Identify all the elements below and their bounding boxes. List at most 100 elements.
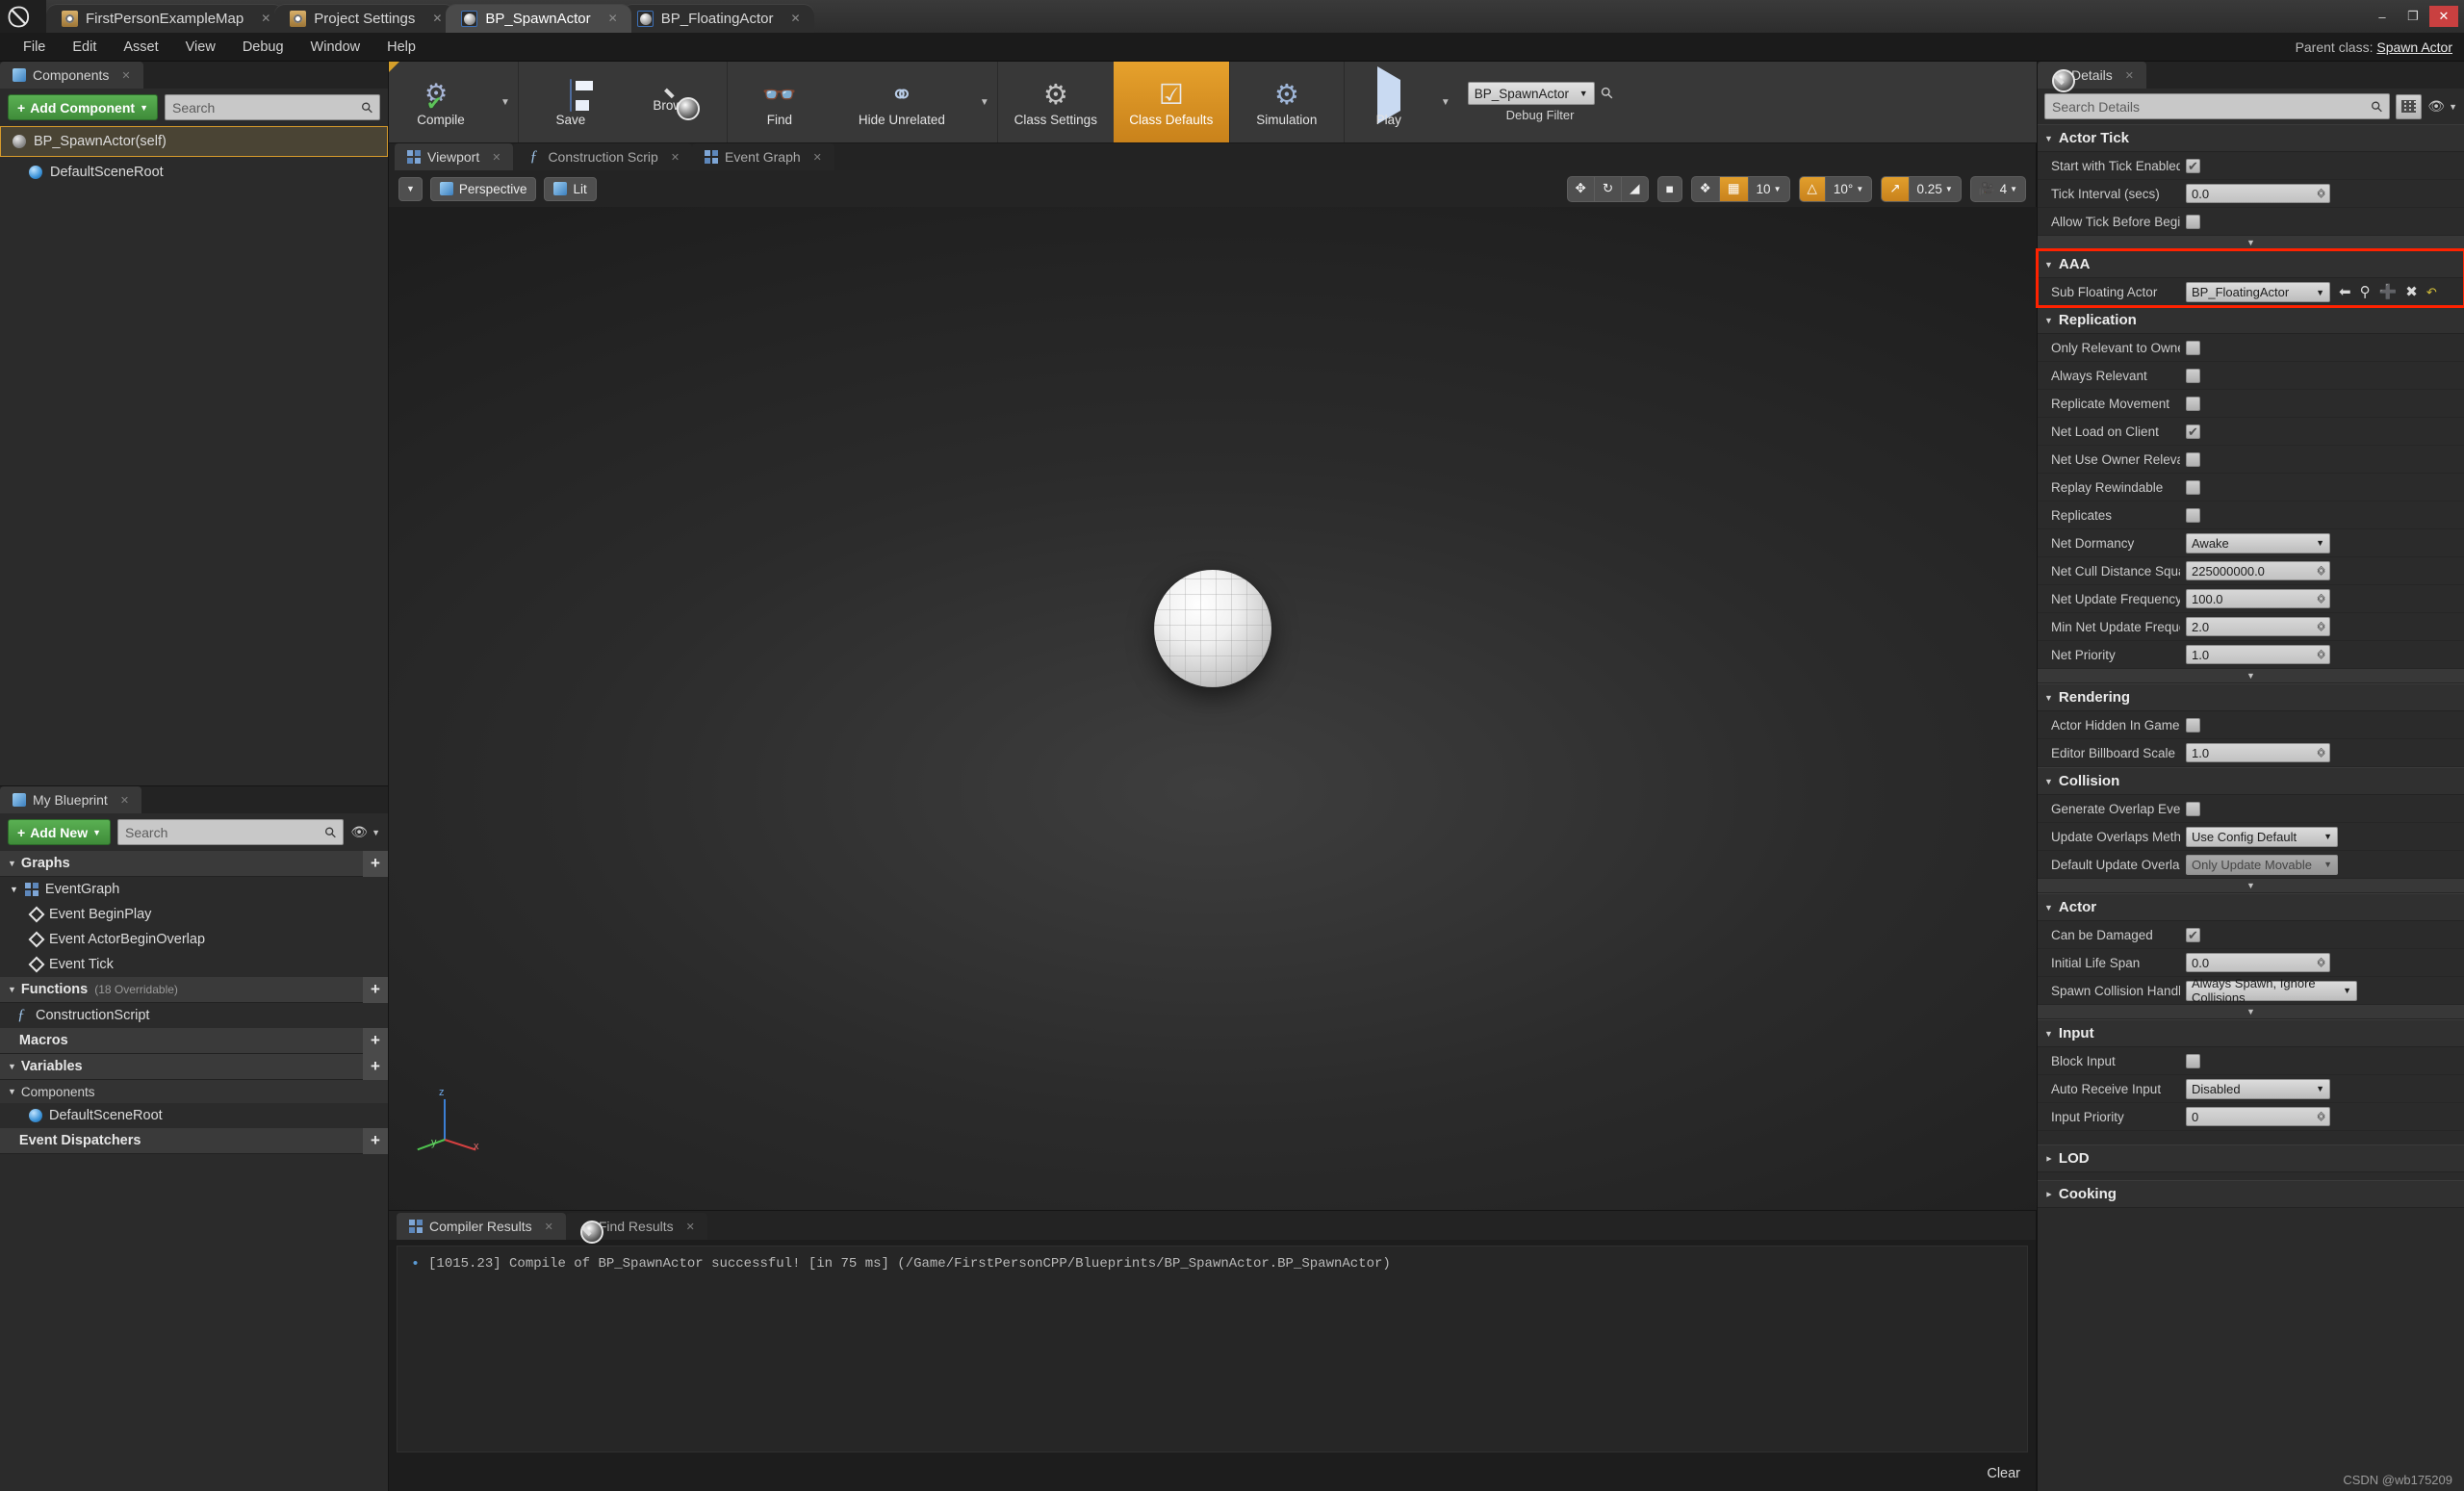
menu-edit[interactable]: Edit xyxy=(59,33,110,62)
maximize-icon[interactable]: ❐ xyxy=(2399,6,2427,27)
new-asset-icon[interactable]: ➕ xyxy=(2379,285,2398,299)
add-component-button[interactable]: + Add Component ▼ xyxy=(8,94,158,120)
number-input[interactable]: 1.0 ⧉ xyxy=(2186,645,2330,664)
view-mode-button[interactable]: Perspective xyxy=(429,176,537,201)
browse-to-asset-icon[interactable]: ⚲ xyxy=(2360,285,2371,299)
checkbox[interactable]: ✔ xyxy=(2186,717,2200,733)
component-row-bp-spawnactor[interactable]: BP_SpawnActor(self) xyxy=(0,126,388,157)
category-replication[interactable]: ▼ Replication xyxy=(2038,306,2464,334)
checkbox[interactable]: ✔ xyxy=(2186,158,2200,173)
grid-snap-value[interactable]: 10 ▼ xyxy=(1749,177,1789,201)
checkbox[interactable]: ✔ xyxy=(2186,368,2200,383)
compile-options-caret[interactable]: ▼ xyxy=(493,62,518,142)
expand-actor-tick-advanced[interactable]: ▼ xyxy=(2038,236,2464,250)
checkbox[interactable]: ✔ xyxy=(2186,479,2200,495)
components-search-input[interactable]: Search ⚲ xyxy=(164,94,380,120)
close-icon[interactable]: ✕ xyxy=(545,1221,553,1233)
hide-unrelated-caret[interactable]: ▼ xyxy=(972,62,997,142)
menu-file[interactable]: File xyxy=(10,33,59,62)
camera-speed-value[interactable]: 🎥 4 ▼ xyxy=(1971,177,2025,201)
details-visibility-button[interactable]: 👁 ▼ xyxy=(2427,98,2457,115)
log-entry[interactable]: • [1015.23] Compile of BP_SpawnActor suc… xyxy=(411,1256,2014,1272)
section-graphs[interactable]: ▼ Graphs + xyxy=(0,850,388,877)
menu-view[interactable]: View xyxy=(172,33,229,62)
find-button[interactable]: 👓 Find xyxy=(728,62,832,142)
close-icon[interactable]: ✕ xyxy=(261,12,270,25)
play-button[interactable]: Play xyxy=(1345,62,1433,142)
column-view-button[interactable] xyxy=(2396,93,2423,119)
section-functions[interactable]: ▼ Functions (18 Overridable) + xyxy=(0,976,388,1003)
surface-snap-icon[interactable]: ❖ xyxy=(1692,176,1720,201)
checkbox[interactable]: ✔ xyxy=(2186,1053,2200,1068)
checkbox[interactable]: ✔ xyxy=(2186,214,2200,229)
viewport-options-button[interactable]: ▼ xyxy=(398,176,423,201)
number-input[interactable]: 1.0 ⧉ xyxy=(2186,743,2330,762)
tab-construction-script[interactable]: ƒ Construction Scrip ✕ xyxy=(513,143,693,170)
category-actor-tick[interactable]: ▼ Actor Tick xyxy=(2038,124,2464,152)
grid-snap-toggle[interactable]: ▦ xyxy=(1719,176,1749,201)
checkbox[interactable]: ✔ xyxy=(2186,451,2200,467)
function-item-constructionscript[interactable]: ƒ ConstructionScript xyxy=(0,1003,388,1028)
component-row-defaultsceneroot[interactable]: DefaultSceneRoot xyxy=(0,157,388,188)
tab-compiler-results[interactable]: Compiler Results ✕ xyxy=(397,1213,566,1240)
sphere-mesh[interactable] xyxy=(1154,569,1271,687)
close-icon[interactable]: ✕ xyxy=(608,12,618,25)
category-aaa[interactable]: ▼ AAA xyxy=(2038,250,2464,278)
simulation-button[interactable]: ⚙ Simulation xyxy=(1230,62,1344,142)
graph-event-beginplay[interactable]: Event BeginPlay xyxy=(0,902,388,927)
category-cooking[interactable]: ▼ Cooking xyxy=(2038,1180,2464,1208)
scale-gizmo-icon[interactable]: ◢ xyxy=(1622,177,1647,201)
section-macros[interactable]: ▶ Macros + xyxy=(0,1027,388,1054)
variable-item-defaultsceneroot[interactable]: DefaultSceneRoot xyxy=(0,1103,388,1128)
category-actor[interactable]: ▼ Actor xyxy=(2038,893,2464,921)
my-blueprint-search-input[interactable]: Search ⚲ xyxy=(117,819,345,845)
number-input[interactable]: 0 ⧉ xyxy=(2186,1107,2330,1126)
dropdown[interactable]: Awake ▼ xyxy=(2186,532,2330,553)
graph-event-actorbeginoverlap[interactable]: Event ActorBeginOverlap xyxy=(0,927,388,952)
play-options-caret[interactable]: ▼ xyxy=(1433,62,1458,142)
close-icon[interactable]: ✕ xyxy=(120,794,129,807)
add-variable-button[interactable]: + xyxy=(363,1053,388,1080)
dropdown[interactable]: Always Spawn, Ignore Collisions ▼ xyxy=(2186,976,2357,1005)
checkbox[interactable]: ✔ xyxy=(2186,927,2200,942)
window-tab-bp-floatingactor[interactable]: BP_FloatingActor ✕ xyxy=(621,4,814,33)
add-event-dispatcher-button[interactable]: + xyxy=(363,1127,388,1154)
section-event-dispatchers[interactable]: ▶ Event Dispatchers + xyxy=(0,1127,388,1154)
add-new-button[interactable]: + Add New ▼ xyxy=(8,819,111,845)
tab-components[interactable]: Components ✕ xyxy=(0,62,143,89)
tab-viewport[interactable]: Viewport ✕ xyxy=(395,143,514,170)
add-macro-button[interactable]: + xyxy=(363,1027,388,1054)
use-selected-asset-icon[interactable]: ⬅ xyxy=(2339,285,2351,299)
close-icon[interactable]: ✕ xyxy=(790,12,800,25)
hide-unrelated-button[interactable]: ⚭ Hide Unrelated xyxy=(832,62,972,142)
category-collision[interactable]: ▼ Collision xyxy=(2038,767,2464,795)
number-input[interactable]: 2.0 ⧉ xyxy=(2186,617,2330,636)
translate-gizmo-icon[interactable]: ✥ xyxy=(1568,176,1595,201)
rotation-snap-toggle[interactable]: △ xyxy=(1799,176,1826,201)
section-variables[interactable]: ▼ Variables + xyxy=(0,1053,388,1080)
rotation-snap-value[interactable]: 10° ▼ xyxy=(1826,177,1871,201)
browse-button[interactable]: Browse xyxy=(623,62,727,142)
graph-event-tick[interactable]: Event Tick xyxy=(0,952,388,977)
close-icon[interactable]: ✕ xyxy=(813,151,822,164)
close-icon[interactable]: ✕ xyxy=(121,69,130,82)
variables-subgroup-components[interactable]: ▼ Components xyxy=(0,1080,388,1103)
checkbox[interactable]: ✔ xyxy=(2186,340,2200,355)
viewport-3d-canvas[interactable]: z x y xyxy=(389,207,2037,1210)
clear-log-button[interactable]: Clear xyxy=(1987,1466,2020,1481)
visibility-options-button[interactable]: 👁 ▼ xyxy=(350,824,380,840)
scale-snap-toggle[interactable]: ↗ xyxy=(1882,176,1910,201)
category-input[interactable]: ▼ Input xyxy=(2038,1019,2464,1047)
checkbox[interactable]: ✔ xyxy=(2186,801,2200,816)
menu-asset[interactable]: Asset xyxy=(110,33,171,62)
tab-my-blueprint[interactable]: My Blueprint ✕ xyxy=(0,786,142,813)
window-tab-bp-spawnactor[interactable]: BP_SpawnActor ✕ xyxy=(446,4,631,33)
scale-snap-value[interactable]: 0.25 ▼ xyxy=(1910,177,1961,201)
add-graph-button[interactable]: + xyxy=(363,850,388,877)
close-icon[interactable]: ✕ xyxy=(2125,69,2134,82)
expand-actor-advanced[interactable]: ▼ xyxy=(2038,1005,2464,1019)
window-close-icon[interactable]: ✕ xyxy=(2429,6,2458,27)
tab-details[interactable]: Details ✕ xyxy=(2038,62,2147,92)
number-input[interactable]: 100.0 ⧉ xyxy=(2186,589,2330,608)
expand-replication-advanced[interactable]: ▼ xyxy=(2038,669,2464,683)
